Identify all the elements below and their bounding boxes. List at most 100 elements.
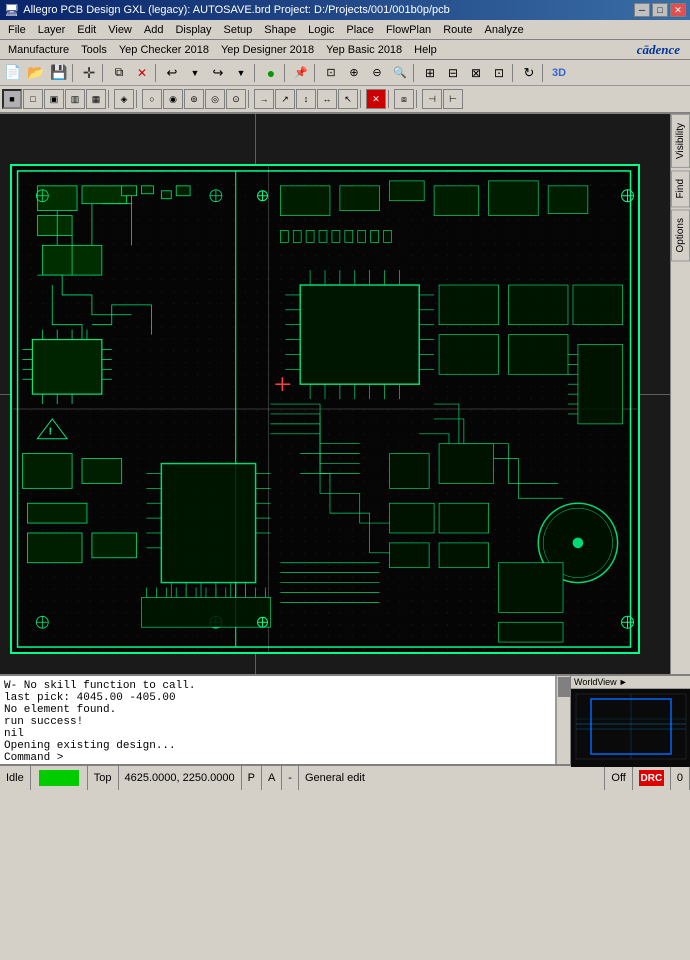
sep-3 [155, 64, 159, 82]
ratsnest-button[interactable]: ● [260, 62, 282, 84]
tb2-btn-13[interactable]: ↗ [275, 89, 295, 109]
undo-down-button[interactable]: ▼ [184, 62, 206, 84]
find-tab[interactable]: Find [671, 170, 690, 207]
redo-down-button[interactable]: ▼ [230, 62, 252, 84]
tb2-sep-6 [416, 90, 420, 108]
menu-analyze[interactable]: Analyze [479, 22, 530, 38]
tb2-btn-7[interactable]: ○ [142, 89, 162, 109]
menu-route[interactable]: Route [437, 22, 478, 38]
pcb-canvas-area[interactable]: ! [0, 114, 670, 674]
sep-1 [72, 64, 76, 82]
tb2-btn-15[interactable]: ↔ [317, 89, 337, 109]
menu-logic[interactable]: Logic [302, 22, 340, 38]
tb2-btn-18[interactable]: ⊣ [422, 89, 442, 109]
sep-4 [254, 64, 258, 82]
worldview-content [571, 689, 690, 767]
status-mode: General edit [299, 766, 605, 790]
app-icon: 🖥 [4, 3, 19, 17]
menu-setup[interactable]: Setup [218, 22, 259, 38]
console-line-5: nil [4, 728, 551, 740]
console-scrollbar[interactable] [556, 676, 570, 764]
maximize-button[interactable]: □ [652, 3, 668, 17]
window-controls: ─ □ ✕ [634, 3, 686, 17]
tb2-sep-5 [388, 90, 392, 108]
tb2-btn-14[interactable]: ↕ [296, 89, 316, 109]
menu-file[interactable]: File [2, 22, 32, 38]
menu-view[interactable]: View [102, 22, 138, 38]
delete-button[interactable]: ✕ [131, 62, 153, 84]
menu-edit[interactable]: Edit [71, 22, 102, 38]
new-button[interactable]: 📄 [2, 62, 24, 84]
copy-button[interactable]: ⧉ [108, 62, 130, 84]
menu-yep-checker[interactable]: Yep Checker 2018 [113, 42, 215, 58]
zoom-pan-button[interactable]: ⊞ [419, 62, 441, 84]
menu-display[interactable]: Display [169, 22, 217, 38]
menu-layer[interactable]: Layer [32, 22, 72, 38]
console-command[interactable]: Command > [4, 752, 551, 764]
undo-button[interactable]: ↩ [161, 62, 183, 84]
status-p[interactable]: P [242, 766, 262, 790]
zoom-out-button[interactable]: ⊖ [366, 62, 388, 84]
zoom-in-button[interactable]: ⊕ [343, 62, 365, 84]
status-bar: Idle Top 4625.0000, 2250.0000 P A - Gene… [0, 764, 690, 790]
pin-button[interactable]: 📌 [290, 62, 312, 84]
tb2-btn-16[interactable]: ↖ [338, 89, 358, 109]
tb2-btn-6[interactable]: ◈ [114, 89, 134, 109]
stop-button[interactable]: ✕ [366, 89, 386, 109]
menu-tools[interactable]: Tools [75, 42, 113, 58]
status-a[interactable]: A [262, 766, 282, 790]
visibility-tab[interactable]: Visibility [671, 114, 690, 168]
sep-9 [542, 64, 546, 82]
sep-6 [314, 64, 318, 82]
status-off: Off [605, 766, 632, 790]
tb2-sep-4 [360, 90, 364, 108]
menu-help[interactable]: Help [408, 42, 443, 58]
options-tab[interactable]: Options [671, 209, 690, 261]
tb2-btn-19[interactable]: ⊢ [443, 89, 463, 109]
tb2-btn-2[interactable]: □ [23, 89, 43, 109]
title-bar: 🖥 Allegro PCB Design GXL (legacy): AUTOS… [0, 0, 690, 20]
tb2-btn-8[interactable]: ◉ [163, 89, 183, 109]
zoom-prev-button[interactable]: ⊠ [465, 62, 487, 84]
3d-button[interactable]: 3D [548, 62, 570, 84]
console-area: W- No skill function to call. last pick:… [0, 674, 690, 764]
zoom-area-button[interactable]: ⊟ [442, 62, 464, 84]
drc-indicator[interactable]: DRC [639, 770, 664, 786]
tb2-btn-4[interactable]: ▥ [65, 89, 85, 109]
worldview-arrow[interactable]: ► [619, 677, 628, 687]
tb2-btn-11[interactable]: ⊙ [226, 89, 246, 109]
menu-flowplan[interactable]: FlowPlan [380, 22, 437, 38]
open-button[interactable]: 📂 [25, 62, 47, 84]
crosshair-button[interactable]: ✛ [78, 62, 100, 84]
menu-add[interactable]: Add [138, 22, 170, 38]
tb2-btn-10[interactable]: ◎ [205, 89, 225, 109]
close-button[interactable]: ✕ [670, 3, 686, 17]
menu-place[interactable]: Place [340, 22, 380, 38]
menu-manufacture[interactable]: Manufacture [2, 42, 75, 58]
tb2-btn-12[interactable]: → [254, 89, 274, 109]
zoom-fit-button[interactable]: ⊡ [320, 62, 342, 84]
status-green-indicator [39, 770, 79, 786]
menu-shape[interactable]: Shape [258, 22, 302, 38]
refresh-button[interactable]: ↻ [518, 62, 540, 84]
console-line-4: run success! [4, 716, 551, 728]
console-line-6: Opening existing design... [4, 740, 551, 752]
tb2-btn-1[interactable]: ■ [2, 89, 22, 109]
zoom-select-button[interactable]: 🔍 [389, 62, 411, 84]
minimize-button[interactable]: ─ [634, 3, 650, 17]
console-line-3: No element found. [4, 704, 551, 716]
menu-bar2-left: Manufacture Tools Yep Checker 2018 Yep D… [2, 42, 443, 58]
status-dash: - [282, 766, 299, 790]
console-line-2: last pick: 4045.00 -405.00 [4, 692, 551, 704]
tb2-btn-9[interactable]: ⊚ [184, 89, 204, 109]
menu-yep-designer[interactable]: Yep Designer 2018 [215, 42, 320, 58]
menu-yep-basic[interactable]: Yep Basic 2018 [320, 42, 408, 58]
zoom-next-button[interactable]: ⊡ [488, 62, 510, 84]
tb2-btn-17[interactable]: ⧈ [394, 89, 414, 109]
tb2-btn-3[interactable]: ▣ [44, 89, 64, 109]
redo-button[interactable]: ↪ [207, 62, 229, 84]
save-button[interactable]: 💾 [48, 62, 70, 84]
status-idle: Idle [0, 766, 31, 790]
tb2-btn-5[interactable]: ▦ [86, 89, 106, 109]
status-layer: Top [88, 766, 119, 790]
